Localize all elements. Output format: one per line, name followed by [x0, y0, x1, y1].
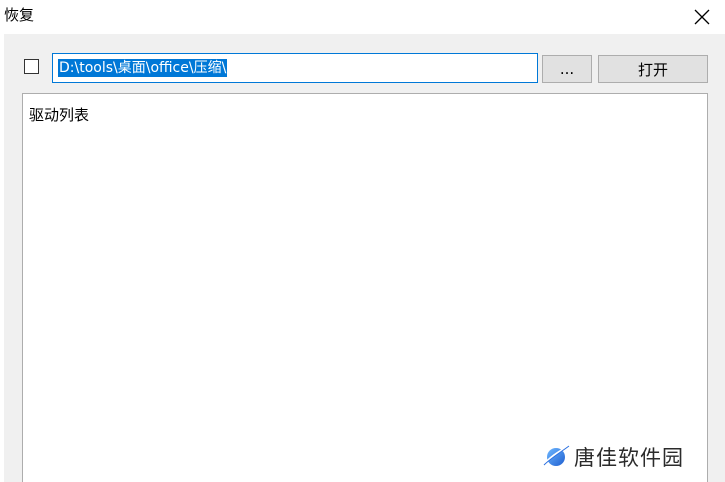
title-bar: 恢复 — [0, 0, 725, 34]
drive-list[interactable]: 驱动列表 — [22, 93, 708, 482]
path-checkbox[interactable] — [24, 59, 39, 74]
drive-list-header: 驱动列表 — [29, 106, 90, 124]
close-icon — [694, 9, 710, 25]
watermark-text: 唐佳软件园 — [574, 446, 684, 470]
path-input[interactable]: D:\tools\桌面\office\压缩\ — [52, 53, 538, 83]
close-button[interactable] — [679, 0, 725, 34]
open-button[interactable]: 打开 — [598, 55, 708, 83]
browse-button[interactable]: ... — [542, 55, 592, 83]
window-left-edge — [0, 34, 4, 482]
window-title: 恢复 — [4, 6, 35, 24]
recover-dialog: 恢复 D:\tools\桌面\office\压缩\ ... 打开 驱动列表 唐佳… — [0, 0, 725, 482]
watermark: 唐佳软件园 — [538, 439, 690, 475]
planet-logo-icon — [543, 445, 570, 466]
path-input-value: D:\tools\桌面\office\压缩\ — [58, 59, 228, 77]
